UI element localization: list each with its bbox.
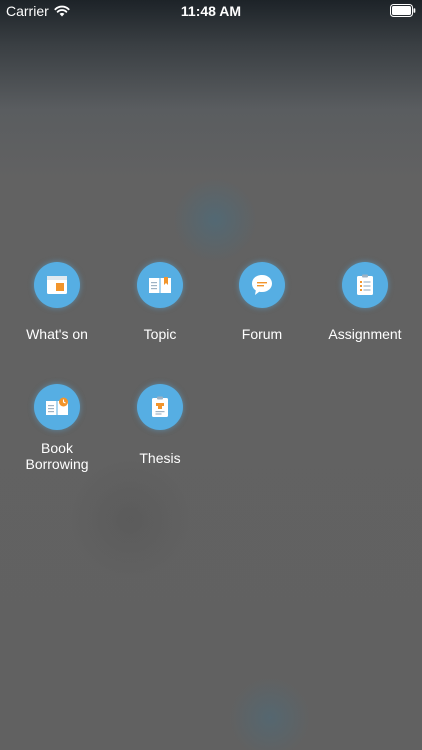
status-time: 11:48 AM <box>180 3 242 19</box>
calendar-icon <box>34 262 80 308</box>
clipboard-list-icon <box>342 262 388 308</box>
book-clock-icon <box>34 384 80 430</box>
speech-bubble-icon <box>239 262 285 308</box>
menu-item-thesis[interactable]: Thesis <box>109 384 211 466</box>
blurred-background <box>0 0 422 750</box>
menu-label-forum: Forum <box>241 326 283 342</box>
menu-item-book-borrowing[interactable]: Book Borrowing <box>6 384 108 472</box>
menu-item-forum[interactable]: Forum <box>211 262 313 342</box>
battery-icon <box>390 4 416 17</box>
open-book-icon <box>137 262 183 308</box>
menu-label-topic: Topic <box>143 326 177 342</box>
menu-item-assignment[interactable]: Assignment <box>314 262 416 342</box>
menu-item-topic[interactable]: Topic <box>109 262 211 342</box>
menu-label-thesis: Thesis <box>139 450 181 466</box>
menu-label-assignment: Assignment <box>328 326 402 342</box>
status-bar: Carrier 11:48 AM <box>0 0 422 22</box>
clipboard-thesis-icon <box>137 384 183 430</box>
menu-item-whats-on[interactable]: What's on <box>6 262 108 342</box>
menu-label-book-borrowing: Book Borrowing <box>25 440 89 472</box>
menu-label-whats-on: What's on <box>26 326 88 342</box>
